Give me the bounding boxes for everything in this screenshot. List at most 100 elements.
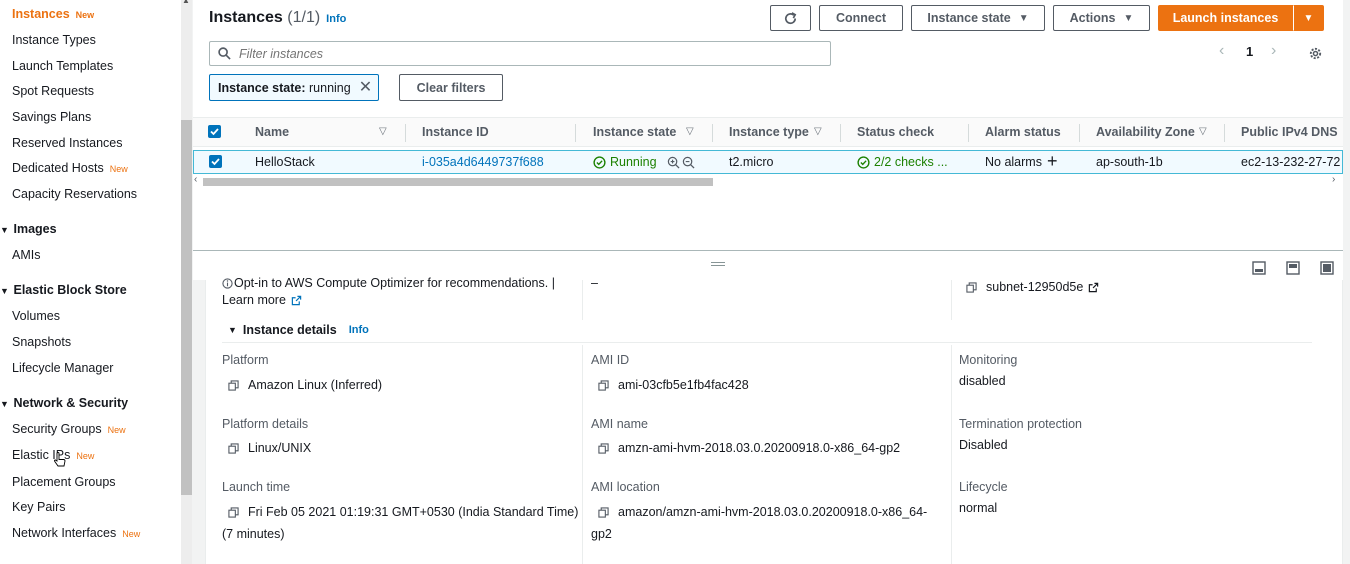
sidebar-item-reserved-instances[interactable]: Reserved Instances (12, 136, 122, 150)
ec2-console: Instances New Instance Types Launch Templ… (0, 0, 1350, 564)
caret-down-icon: ▼ (0, 286, 9, 296)
copy-icon[interactable] (598, 379, 609, 391)
sidebar-item-placement-groups[interactable]: Placement Groups (12, 475, 116, 489)
column-divider[interactable] (840, 124, 841, 142)
ami-id-value[interactable]: ami-03cfb5e1fb4fac428 (598, 378, 749, 392)
page-number[interactable]: 1 (1246, 44, 1253, 59)
next-page-icon[interactable]: › (1271, 42, 1276, 60)
instance-details-toggle[interactable]: ▼ Instance details Info (228, 323, 369, 337)
sidebar-group-ebs[interactable]: ▼ Elastic Block Store (0, 283, 127, 297)
column-divider[interactable] (1224, 124, 1225, 142)
copy-icon[interactable] (598, 506, 609, 518)
column-header-instance-type[interactable]: Instance type (729, 125, 809, 139)
filter-bar[interactable] (209, 41, 831, 66)
sidebar-item-volumes[interactable]: Volumes (12, 309, 60, 323)
copy-icon[interactable] (966, 281, 977, 293)
actions-dropdown[interactable]: Actions ▼ (1053, 5, 1150, 31)
sidebar-item-instances[interactable]: Instances New (12, 7, 94, 21)
sidebar-item-savings-plans[interactable]: Savings Plans (12, 110, 91, 124)
copy-icon[interactable] (228, 442, 239, 454)
launch-dropdown-button[interactable]: ▼ (1293, 5, 1324, 31)
column-header-instance-state[interactable]: Instance state (593, 125, 676, 139)
column-header-public-dns[interactable]: Public IPv4 DNS (1241, 125, 1338, 139)
instance-state-dropdown[interactable]: Instance state ▼ (911, 5, 1045, 31)
column-header-instance-id[interactable]: Instance ID (422, 125, 489, 139)
search-icon (218, 47, 231, 60)
scroll-left-icon[interactable]: ‹ (194, 174, 197, 185)
info-link[interactable]: Info (349, 324, 369, 336)
ami-location-value: amazon/amzn-ami-hvm-2018.03.0.20200918.0… (598, 505, 927, 519)
zoom-in-icon[interactable] (667, 156, 680, 169)
table-horizontal-scrollbar[interactable]: ‹ › (193, 174, 1343, 188)
copy-icon[interactable] (228, 379, 239, 391)
sort-icon[interactable]: ▽ (686, 126, 694, 137)
instance-name[interactable]: HelloStack (255, 155, 315, 169)
column-header-name[interactable]: Name (255, 125, 289, 139)
column-divider[interactable] (712, 124, 713, 142)
table-row[interactable]: HelloStack i-035a4d6449737f688 Running t… (193, 150, 1343, 174)
sidebar-item-security-groups[interactable]: Security Groups New (12, 422, 126, 436)
zoom-out-icon[interactable] (682, 156, 695, 169)
alarm-status-cell: No alarms (985, 155, 1042, 169)
column-divider[interactable] (575, 124, 576, 142)
sidebar-item-capacity-reservations[interactable]: Capacity Reservations (12, 187, 137, 201)
select-all-checkbox[interactable] (208, 125, 221, 138)
sidebar-item-amis[interactable]: AMIs (12, 248, 40, 262)
instance-id-link[interactable]: i-035a4d6449737f688 (422, 155, 544, 169)
new-badge: New (76, 451, 95, 461)
copy-icon[interactable] (598, 442, 609, 454)
platform-value: Amazon Linux (Inferred) (228, 378, 382, 392)
drag-handle-icon[interactable] (711, 262, 725, 263)
sort-icon[interactable]: ▽ (379, 126, 387, 137)
panel-bottom-icon[interactable] (1252, 261, 1266, 275)
ami-location-value-cont: gp2 (591, 527, 612, 541)
external-link-icon (1089, 282, 1099, 292)
copy-icon[interactable] (228, 506, 239, 518)
sidebar-item-launch-templates[interactable]: Launch Templates (12, 59, 113, 73)
close-icon[interactable]: ✕ (359, 79, 372, 96)
lifecycle-value: normal (959, 501, 998, 515)
launch-instances-button[interactable]: Launch instances (1158, 5, 1293, 31)
monitoring-label: Monitoring (959, 353, 1018, 367)
column-header-status-check[interactable]: Status check (857, 125, 934, 139)
page-scrollbar[interactable] (1343, 0, 1350, 564)
panel-side-icon[interactable] (1286, 261, 1300, 275)
column-header-alarm-status[interactable]: Alarm status (985, 125, 1061, 139)
scroll-right-icon[interactable]: › (1332, 174, 1335, 185)
caret-down-icon: ▼ (0, 225, 9, 235)
sidebar-item-dedicated-hosts[interactable]: Dedicated Hosts New (12, 161, 128, 175)
refresh-button[interactable] (770, 5, 811, 31)
gear-icon[interactable] (1308, 46, 1323, 61)
column-header-availability-zone[interactable]: Availability Zone (1096, 125, 1195, 139)
column-divider[interactable] (968, 124, 969, 142)
add-alarm-icon[interactable]: + (1047, 151, 1058, 172)
column-divider[interactable] (405, 124, 406, 142)
sidebar-group-network-security[interactable]: ▼ Network & Security (0, 396, 128, 410)
sort-icon[interactable]: ▽ (1199, 126, 1207, 137)
instance-details-panel: Opt-in to AWS Compute Optimizer for reco… (205, 276, 1343, 564)
sidebar-scrollbar-thumb[interactable] (181, 120, 192, 495)
prev-page-icon[interactable]: ‹ (1219, 42, 1224, 60)
sidebar-item-snapshots[interactable]: Snapshots (12, 335, 71, 349)
clear-filters-button[interactable]: Clear filters (399, 74, 503, 101)
subnet-link[interactable]: subnet-12950d5e (966, 280, 1099, 294)
status-check-cell[interactable]: 2/2 checks ... (857, 155, 948, 169)
panel-full-icon[interactable] (1320, 261, 1334, 275)
column-divider[interactable] (1079, 124, 1080, 142)
new-badge: New (122, 529, 141, 539)
row-checkbox[interactable] (209, 155, 222, 168)
scroll-up-icon[interactable]: ▲ (182, 0, 190, 5)
sidebar-item-lifecycle-manager[interactable]: Lifecycle Manager (12, 361, 113, 375)
info-link[interactable]: Info (326, 13, 346, 25)
connect-button[interactable]: Connect (819, 5, 903, 31)
sidebar-item-network-interfaces[interactable]: Network Interfaces New (12, 526, 140, 540)
sidebar-item-spot-requests[interactable]: Spot Requests (12, 84, 94, 98)
horizontal-scrollbar-thumb[interactable] (203, 178, 713, 186)
filter-input[interactable] (239, 46, 799, 61)
sort-icon[interactable]: ▽ (814, 126, 822, 137)
sidebar-item-instance-types[interactable]: Instance Types (12, 33, 96, 47)
sidebar-item-key-pairs[interactable]: Key Pairs (12, 500, 66, 514)
platform-label: Platform (222, 353, 269, 367)
sidebar-group-images[interactable]: ▼ Images (0, 222, 57, 236)
learn-more-link[interactable]: Learn more (222, 293, 302, 307)
